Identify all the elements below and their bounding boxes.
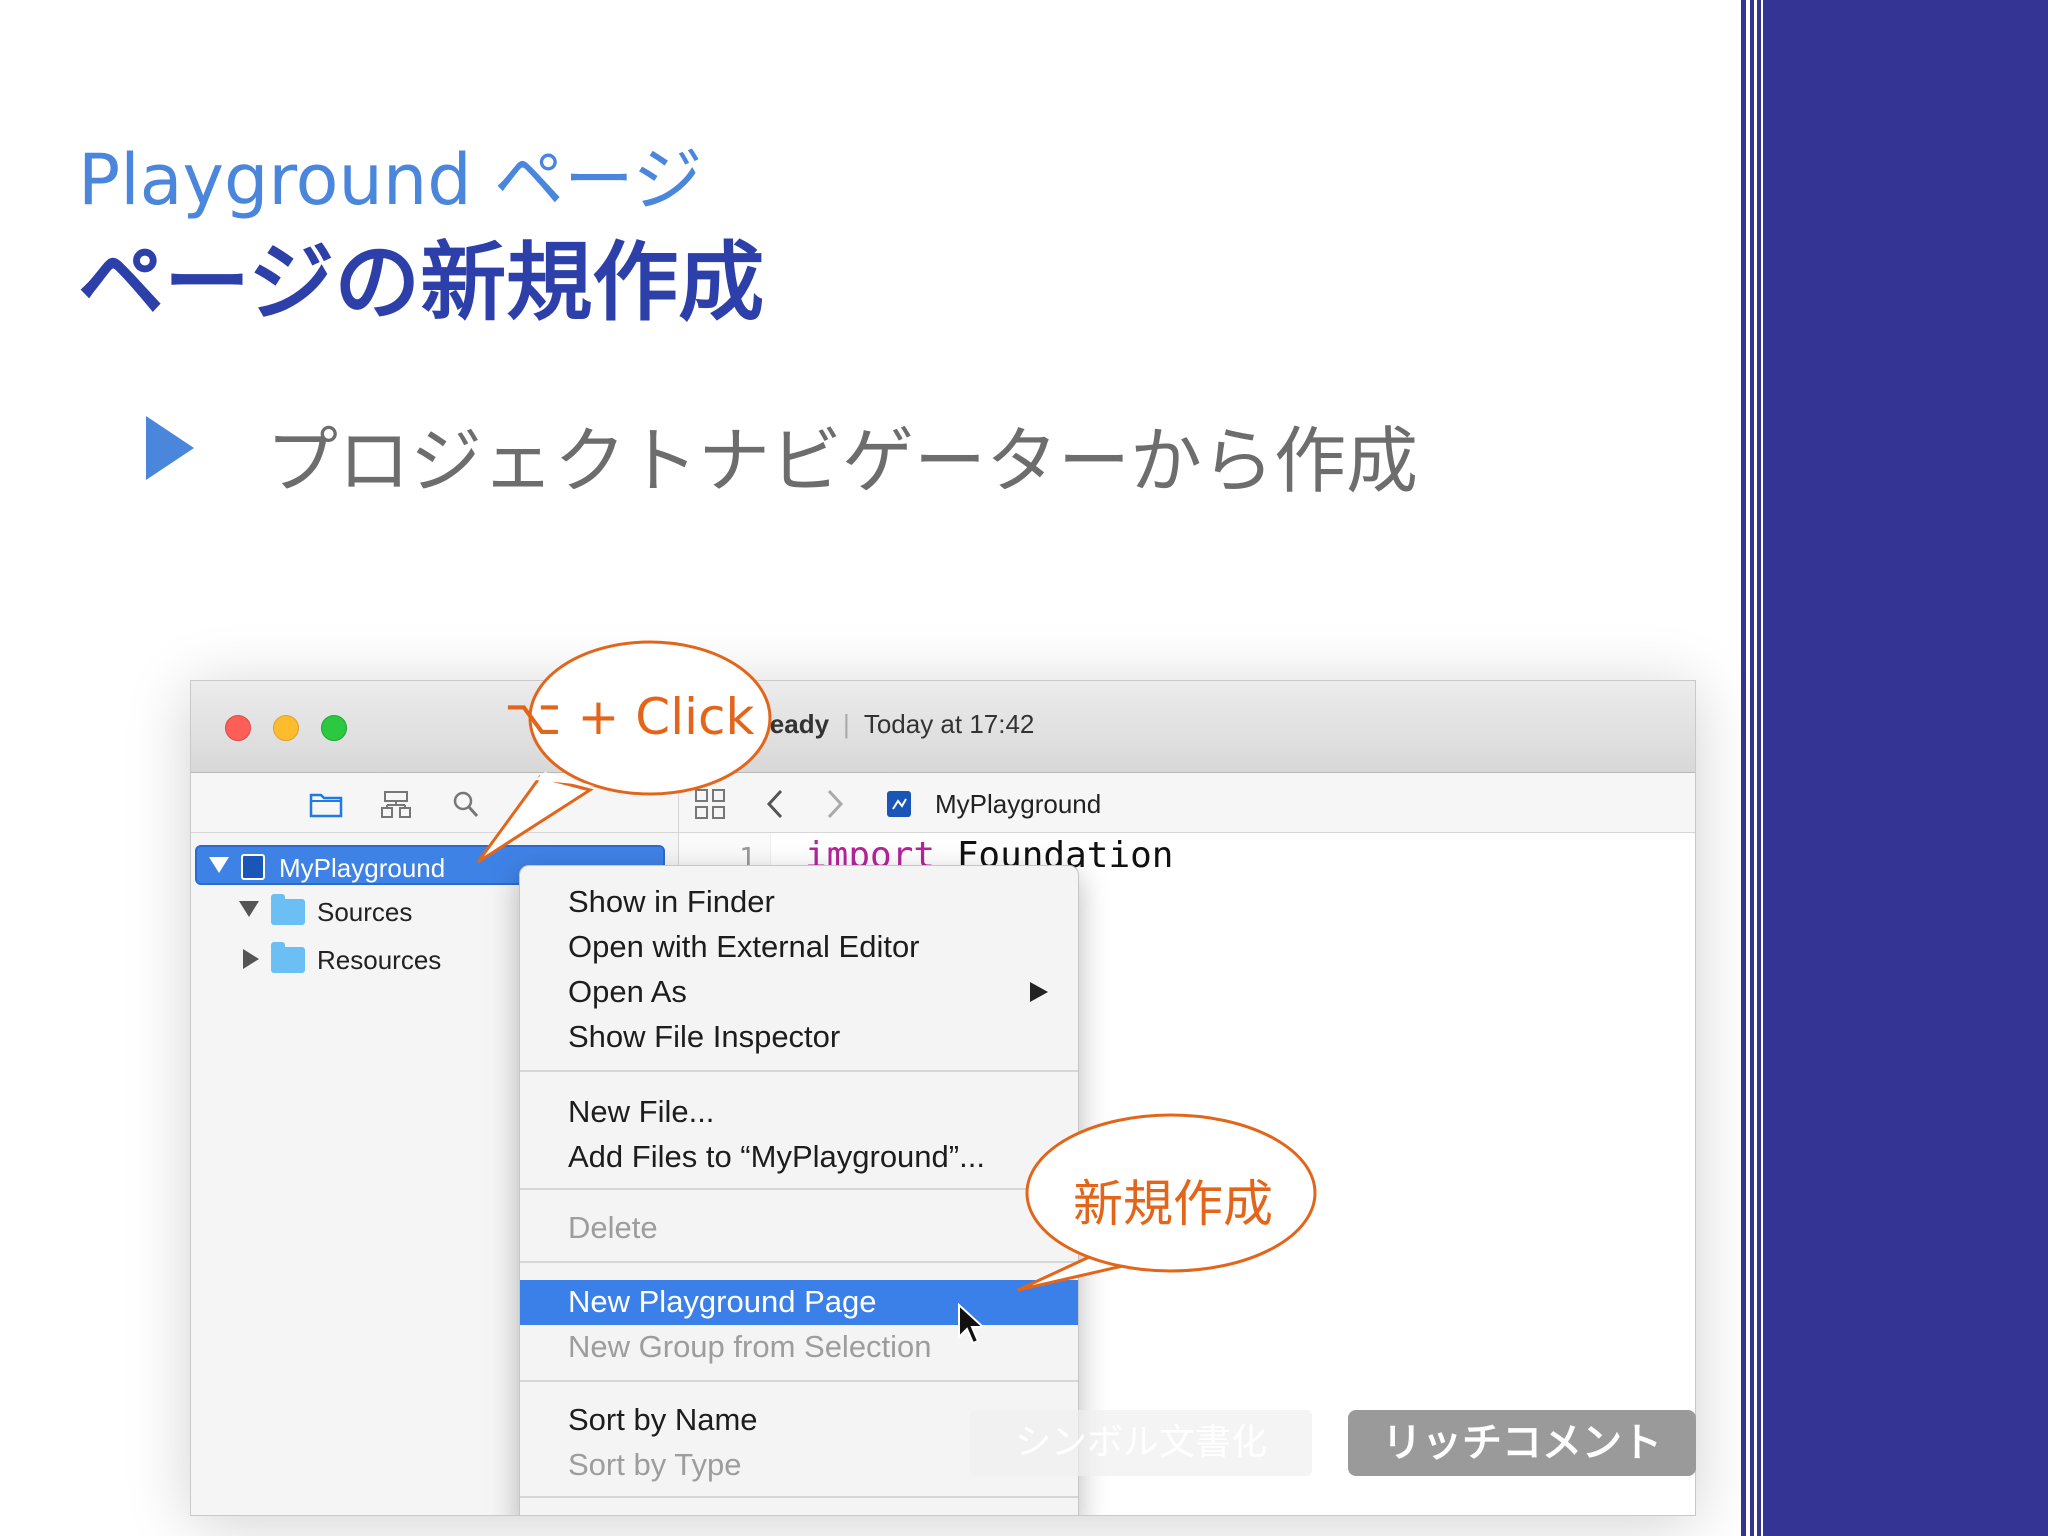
rich-comment-button[interactable]: リッチコメント bbox=[1348, 1410, 1696, 1476]
callout-new-create: 新規作成 bbox=[1073, 1175, 1273, 1233]
slide: Playground ページ ページの新規作成 プロジェクトナビゲーターから作成… bbox=[0, 0, 2048, 1536]
callout-bubbles bbox=[476, 640, 1317, 1292]
symbol-doc-button[interactable]: シンボル文書化 bbox=[970, 1410, 1312, 1476]
callout-option-click: ⌥ + Click bbox=[504, 688, 755, 746]
